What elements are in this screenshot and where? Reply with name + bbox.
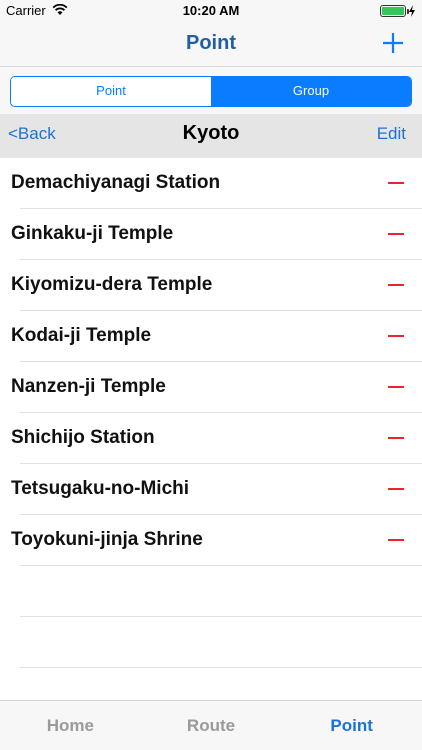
list-item[interactable]: Demachiyanagi Station bbox=[0, 158, 422, 209]
row-divider bbox=[20, 667, 422, 668]
minus-icon[interactable] bbox=[388, 539, 404, 541]
minus-icon[interactable] bbox=[388, 386, 404, 388]
list-item-label: Shichijo Station bbox=[11, 427, 155, 448]
minus-icon[interactable] bbox=[388, 335, 404, 337]
list-item[interactable]: Nanzen-ji Temple bbox=[0, 362, 422, 413]
list-item-label: Kiyomizu-dera Temple bbox=[11, 274, 213, 295]
minus-icon[interactable] bbox=[388, 437, 404, 439]
minus-icon[interactable] bbox=[388, 233, 404, 235]
status-bar: Carrier 10:20 AM bbox=[0, 0, 422, 22]
tab-point[interactable]: Point bbox=[281, 701, 422, 750]
battery-icon bbox=[380, 5, 409, 17]
minus-icon[interactable] bbox=[388, 182, 404, 184]
list-item[interactable]: Kodai-ji Temple bbox=[0, 311, 422, 362]
list-item-label: Nanzen-ji Temple bbox=[11, 376, 166, 397]
list-item-label: Tetsugaku-no-Michi bbox=[11, 478, 190, 499]
navigation-bar: Point bbox=[0, 22, 422, 66]
tab-bar: Home Route Point bbox=[0, 700, 422, 750]
list-item[interactable]: Kiyomizu-dera Temple bbox=[0, 260, 422, 311]
tab-home[interactable]: Home bbox=[0, 701, 141, 750]
segment-control-area: Point Group bbox=[0, 66, 422, 114]
tab-route[interactable]: Route bbox=[141, 701, 282, 750]
list-item-label: Kodai-ji Temple bbox=[11, 325, 152, 346]
point-list: Demachiyanagi Station Ginkaku-ji Temple … bbox=[0, 158, 422, 668]
plus-icon bbox=[383, 33, 403, 53]
list-item[interactable]: Shichijo Station bbox=[0, 413, 422, 464]
list-item[interactable]: Tetsugaku-no-Michi bbox=[0, 464, 422, 515]
list-item-label: Ginkaku-ji Temple bbox=[11, 223, 174, 244]
list-item[interactable]: Toyokuni-jinja Shrine bbox=[0, 515, 422, 566]
page-title: Point bbox=[186, 32, 236, 54]
list-item-label: Demachiyanagi Station bbox=[11, 172, 221, 193]
empty-row bbox=[0, 617, 422, 668]
list-item[interactable]: Ginkaku-ji Temple bbox=[0, 209, 422, 260]
minus-icon[interactable] bbox=[388, 284, 404, 286]
segment-group[interactable]: Group bbox=[211, 77, 411, 106]
status-time: 10:20 AM bbox=[182, 3, 240, 18]
add-button[interactable] bbox=[378, 28, 408, 58]
charging-bolt-icon bbox=[409, 5, 415, 17]
edit-button[interactable]: Edit bbox=[377, 124, 406, 144]
group-header: <Back Kyoto Edit bbox=[0, 114, 422, 158]
minus-icon[interactable] bbox=[388, 488, 404, 490]
list-item-label: Toyokuni-jinja Shrine bbox=[11, 529, 203, 550]
group-title: Kyoto bbox=[182, 122, 240, 144]
empty-row bbox=[0, 566, 422, 617]
segmented-control: Point Group bbox=[10, 76, 412, 107]
segment-point[interactable]: Point bbox=[11, 77, 211, 106]
